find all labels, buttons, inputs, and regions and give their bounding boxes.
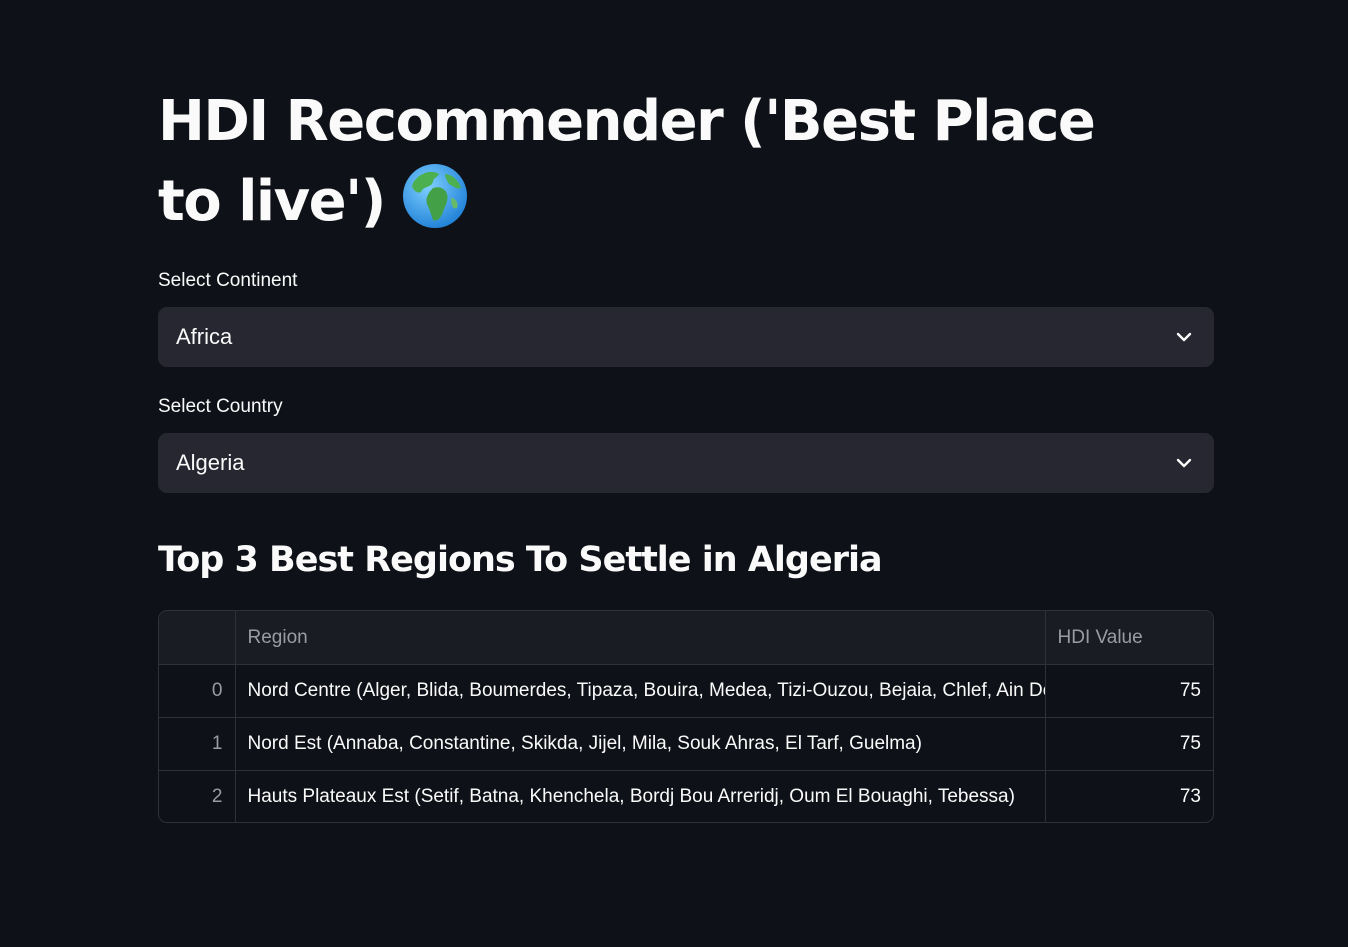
column-header-index[interactable] bbox=[159, 611, 236, 665]
results-table[interactable]: Region HDI Value 0 Nord Centre (Alger, B… bbox=[158, 610, 1214, 823]
region-cell[interactable]: Nord Centre (Alger, Blida, Boumerdes, Ti… bbox=[235, 664, 1046, 718]
table-row: 2 Hauts Plateaux Est (Setif, Batna, Khen… bbox=[159, 770, 1213, 823]
table-row: 1 Nord Est (Annaba, Constantine, Skikda,… bbox=[159, 717, 1213, 771]
column-header-hdi-value[interactable]: HDI Value bbox=[1045, 611, 1213, 665]
row-index[interactable]: 2 bbox=[159, 770, 236, 822]
page-title: HDI Recommender ('Best Place to live') bbox=[158, 82, 1158, 242]
hdi-value-cell[interactable]: 75 bbox=[1045, 664, 1213, 718]
page-title-text: HDI Recommender ('Best Place to live') bbox=[158, 89, 1096, 234]
chevron-down-icon bbox=[1174, 327, 1194, 347]
region-cell[interactable]: Nord Est (Annaba, Constantine, Skikda, J… bbox=[235, 717, 1046, 771]
continent-select-value: Africa bbox=[176, 324, 233, 349]
chevron-down-icon bbox=[1174, 453, 1194, 473]
table-row: 0 Nord Centre (Alger, Blida, Boumerdes, … bbox=[159, 664, 1213, 718]
results-heading: Top 3 Best Regions To Settle in Algeria bbox=[158, 540, 883, 580]
row-index[interactable]: 1 bbox=[159, 717, 236, 771]
country-select[interactable]: Algeria bbox=[158, 433, 1214, 493]
continent-select[interactable]: Africa bbox=[158, 307, 1214, 367]
row-index[interactable]: 0 bbox=[159, 664, 236, 718]
column-header-region[interactable]: Region bbox=[235, 611, 1046, 665]
country-label: Select Country bbox=[158, 396, 283, 417]
globe-icon bbox=[402, 164, 467, 228]
table-header-row: Region HDI Value bbox=[159, 611, 1213, 665]
region-cell[interactable]: Hauts Plateaux Est (Setif, Batna, Khench… bbox=[235, 770, 1046, 822]
hdi-value-cell[interactable]: 73 bbox=[1045, 771, 1213, 823]
country-select-value: Algeria bbox=[176, 450, 245, 475]
hdi-value-cell[interactable]: 75 bbox=[1045, 717, 1213, 771]
continent-label: Select Continent bbox=[158, 270, 298, 291]
